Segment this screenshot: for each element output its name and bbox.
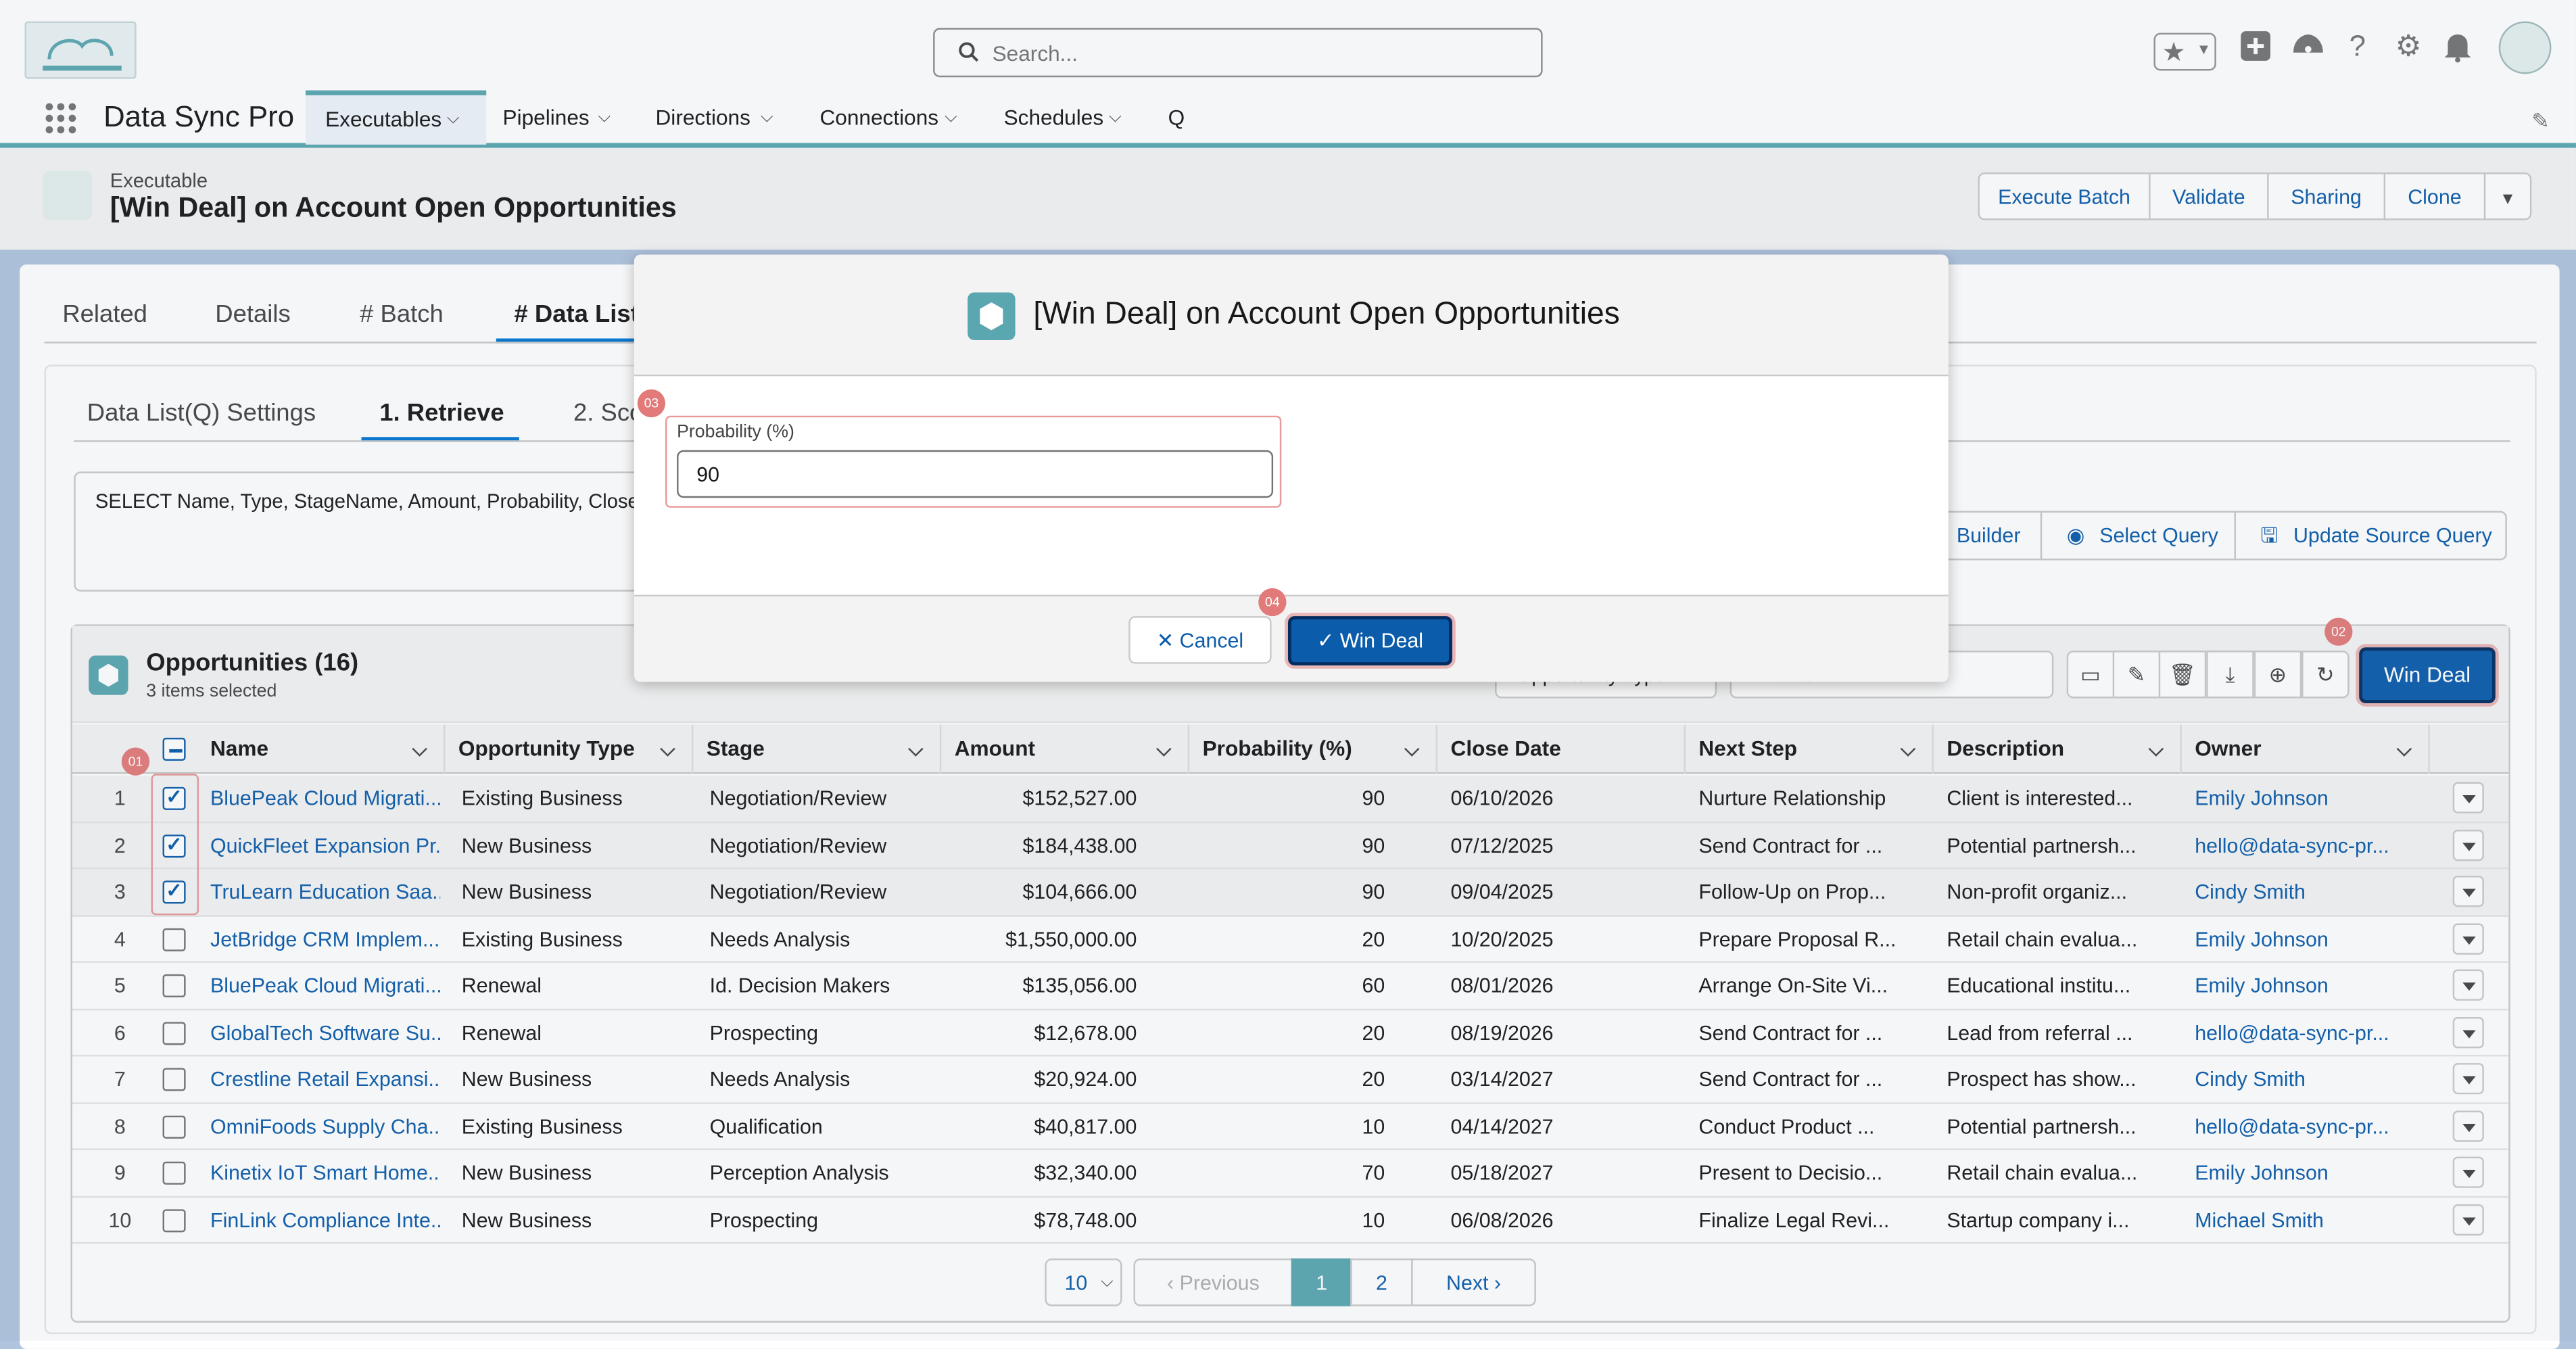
modal-title: [Win Deal] on Account Open Opportunities xyxy=(1033,297,1620,332)
probability-field-label: Probability (%) xyxy=(677,422,794,442)
screen-root: Search... ★ ▼ ? ⚙ Data Sync Pro Executab… xyxy=(0,0,2576,1349)
check-icon: ✓ xyxy=(1316,629,1340,653)
step-badge-04: 04 xyxy=(1258,588,1287,617)
step-badge-03: 03 xyxy=(637,389,666,418)
probability-value: 90 xyxy=(696,463,720,487)
confirm-win-deal-button[interactable]: ✓ Win Deal xyxy=(1287,616,1452,666)
close-icon: ✕ xyxy=(1156,629,1180,653)
confirm-label: Win Deal xyxy=(1339,629,1424,653)
modal-object-icon xyxy=(968,292,1016,340)
cancel-label: Cancel xyxy=(1179,629,1244,653)
cancel-button[interactable]: ✕ Cancel xyxy=(1128,616,1272,664)
probability-input[interactable]: 90 xyxy=(677,450,1274,498)
